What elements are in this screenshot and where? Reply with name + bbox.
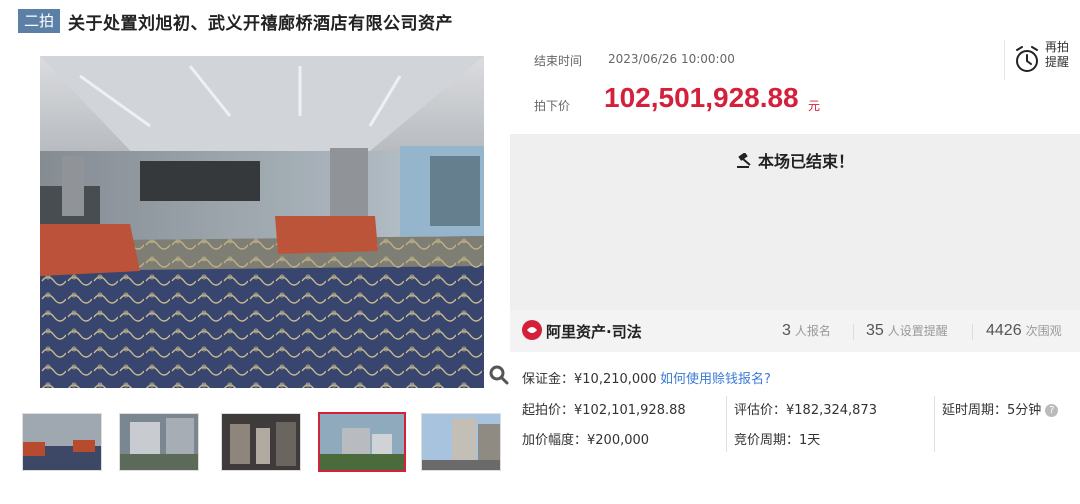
magnifier-icon[interactable] — [488, 364, 510, 386]
auction-summary: 结束时间 2023/06/26 10:00:00 拍下价 102,501,928… — [510, 40, 1080, 132]
appraisal-price: 评估价：¥182,324,873 — [734, 403, 877, 418]
final-price-label: 拍下价 — [534, 99, 571, 113]
deposit-text: 保证金：¥10,210,000 — [522, 372, 657, 387]
thumb-lobby[interactable] — [221, 413, 301, 471]
views-stat: 4426 次围观 — [986, 322, 1062, 339]
auction-round-badge: 二拍 — [18, 9, 61, 33]
auction-status-panel: 本场已结束！ — [510, 134, 1080, 310]
platform-bar: 阿里资产·司法 3 人报名 35 人设置提醒 4426 次围观 — [510, 310, 1080, 352]
thumb-street-view[interactable] — [421, 413, 501, 471]
auction-status: 本场已结束！ — [510, 148, 1080, 172]
delay-period: 延时周期：5分钟? — [942, 399, 1059, 418]
final-price-value: 102,501,928.88 — [604, 82, 799, 113]
bid-period: 竞价周期：1天 — [734, 433, 821, 448]
divider — [972, 324, 973, 340]
signups-stat: 3 人报名 — [782, 322, 831, 339]
reminders-stat: 35 人设置提醒 — [866, 322, 948, 339]
help-icon[interactable]: ? — [1045, 404, 1059, 417]
start-price: 起拍价：¥102,101,928.88 — [522, 403, 686, 418]
platform-name: 阿里资产·司法 — [546, 323, 642, 341]
title-bar: 二拍 关于处置刘旭初、武义开禧廊桥酒店有限公司资产 — [18, 8, 453, 34]
divider — [853, 324, 854, 340]
price-unit: 元 — [808, 99, 821, 113]
remind-label: 再拍提醒 — [1045, 40, 1070, 69]
gavel-icon — [736, 152, 751, 168]
remind-button[interactable]: 再拍提醒 — [1004, 40, 1075, 80]
divider — [726, 396, 727, 452]
auction-status-text: 本场已结束！ — [757, 152, 854, 171]
thumb-ballroom[interactable] — [22, 413, 102, 471]
main-photo[interactable] — [40, 56, 484, 388]
thumb-aerial-view[interactable] — [119, 413, 199, 471]
bid-increment: 加价幅度：¥200,000 — [522, 433, 650, 448]
thumb-building-exterior[interactable] — [318, 412, 406, 472]
end-time-label: 结束时间 — [534, 54, 583, 68]
divider — [934, 396, 935, 452]
alibaba-logo-icon — [522, 320, 542, 340]
alarm-clock-icon — [1016, 46, 1038, 72]
end-time-value: 2023/06/26 10:00:00 — [608, 52, 735, 66]
deposit-help-link[interactable]: 如何使用赊钱报名? — [660, 368, 771, 387]
page-title: 关于处置刘旭初、武义开禧廊桥酒店有限公司资产 — [68, 13, 454, 34]
